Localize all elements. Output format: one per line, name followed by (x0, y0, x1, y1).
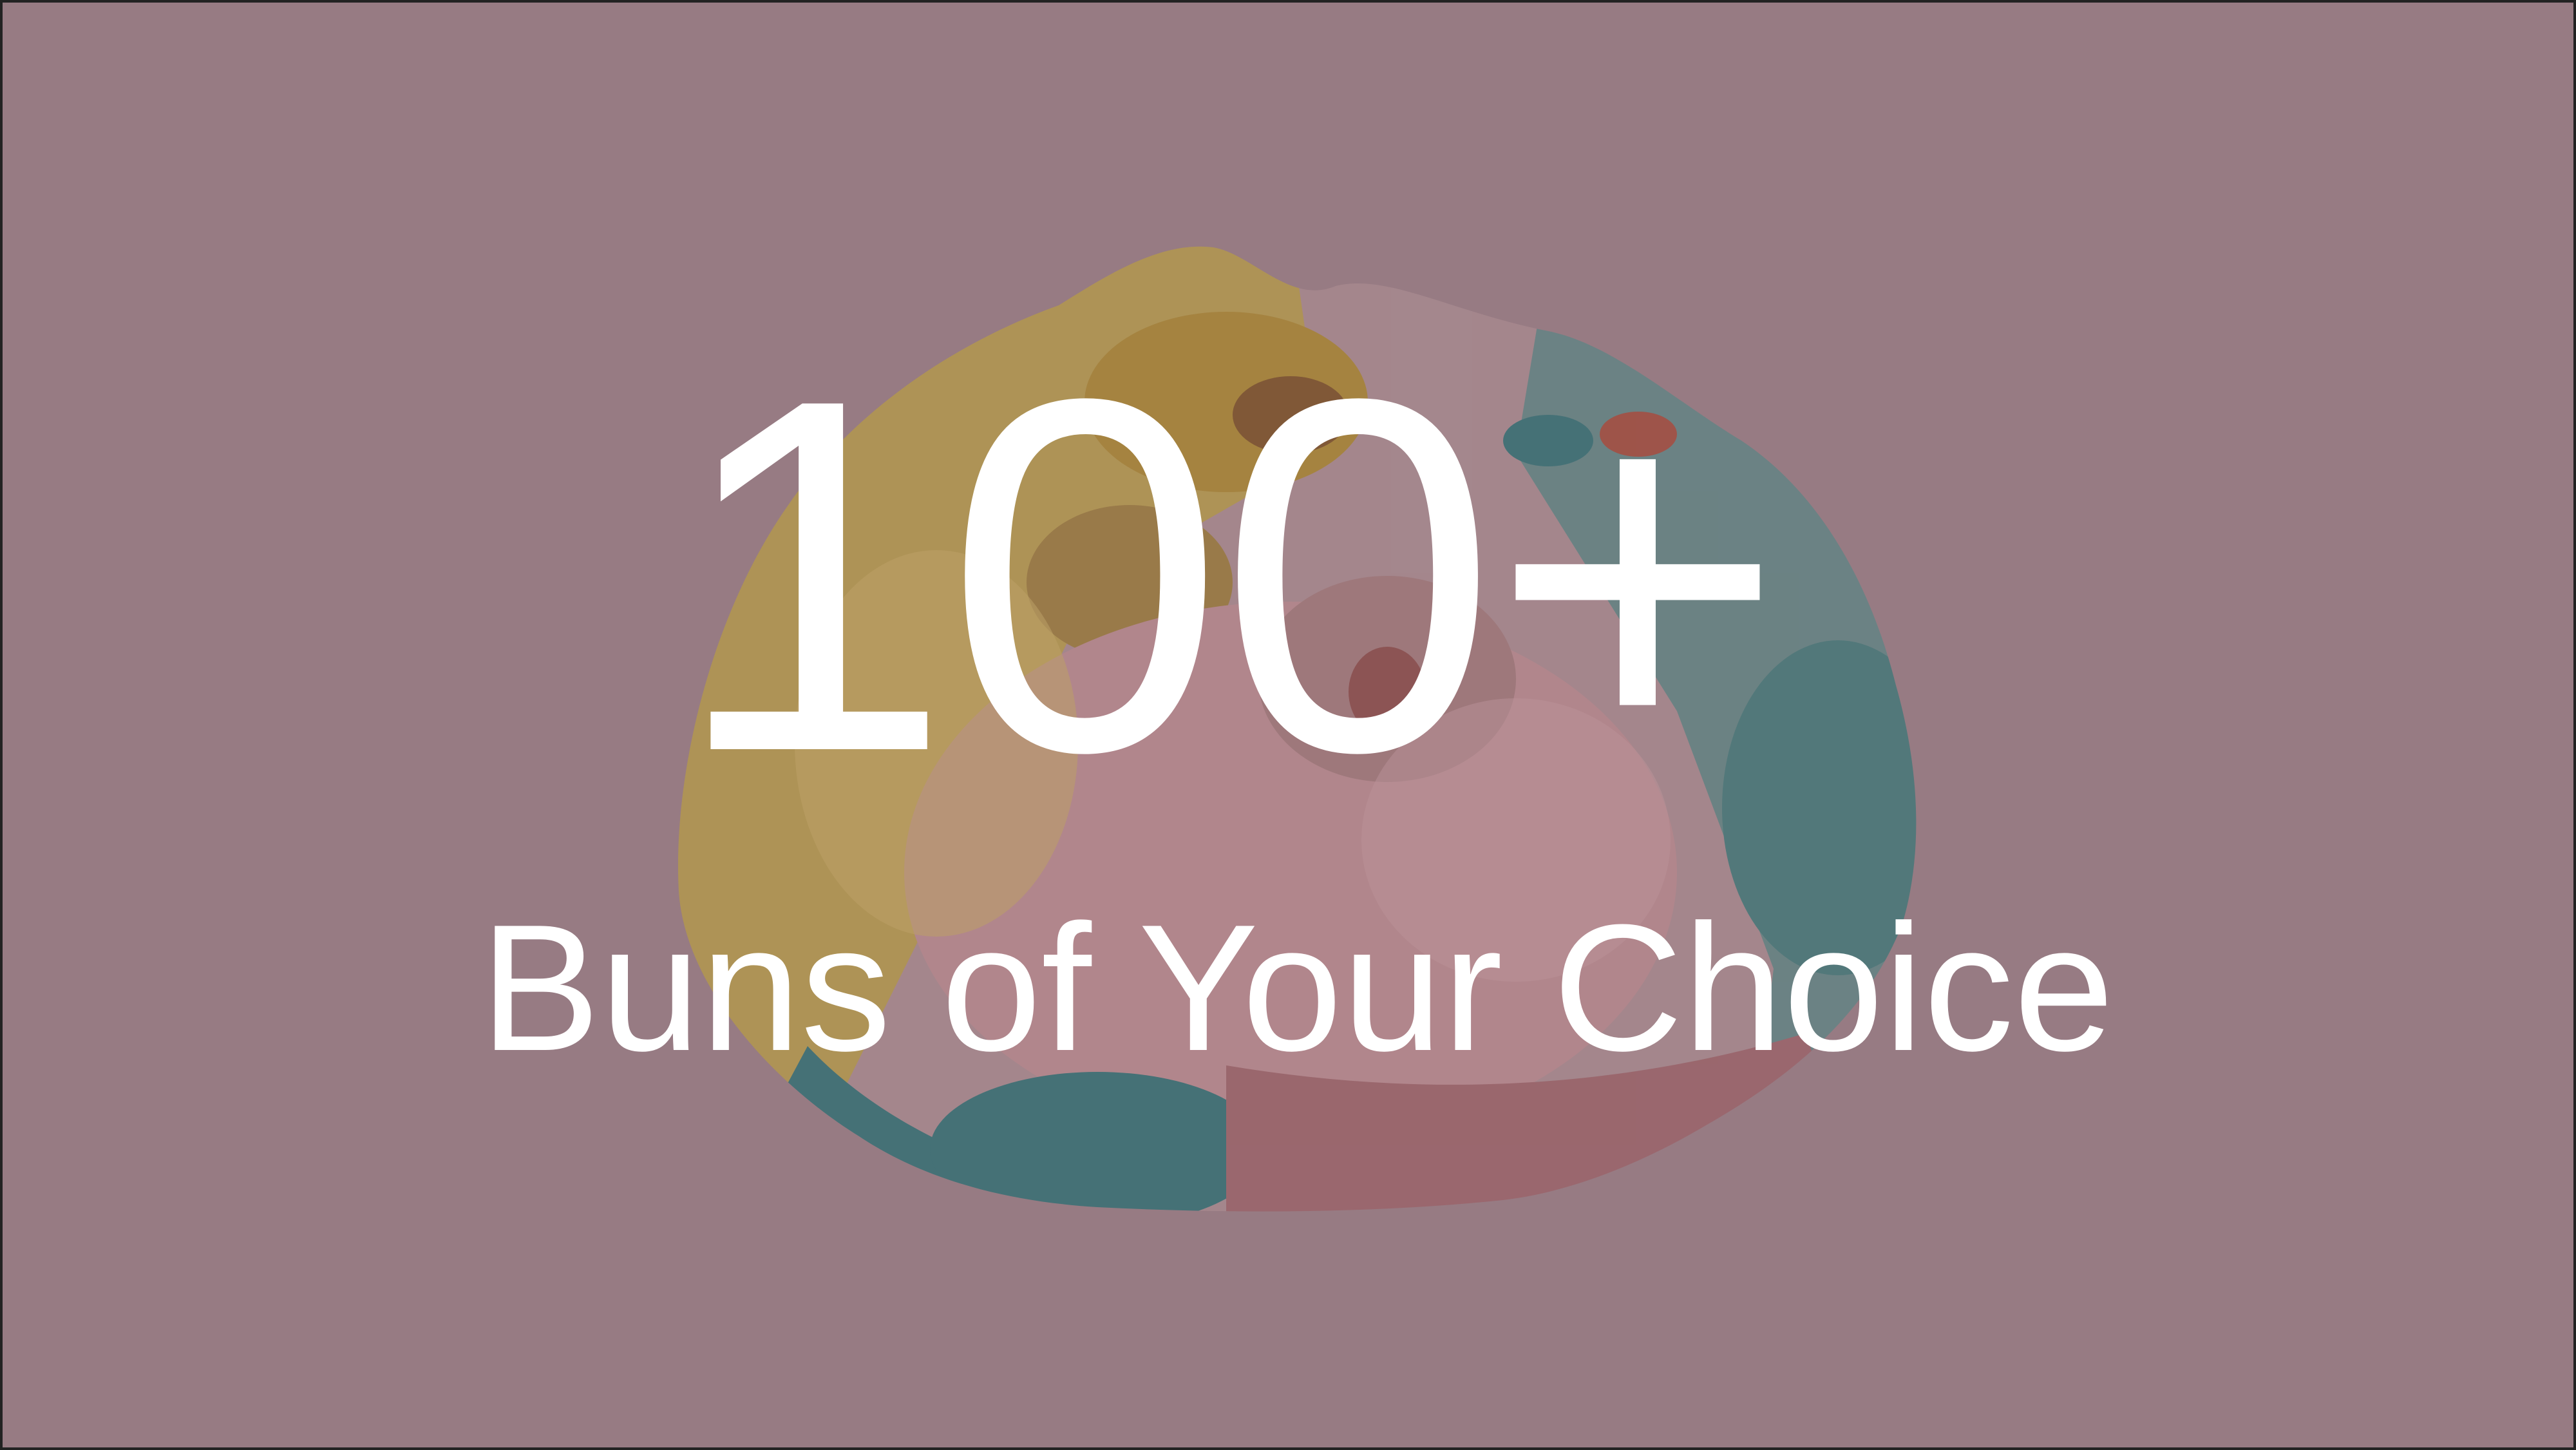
subtitle-text: Buns of Your Choice (480, 888, 2114, 1089)
promo-slide: 100+ Buns of Your Choice (0, 0, 2576, 1450)
headline-number: 100+ (672, 295, 1785, 856)
